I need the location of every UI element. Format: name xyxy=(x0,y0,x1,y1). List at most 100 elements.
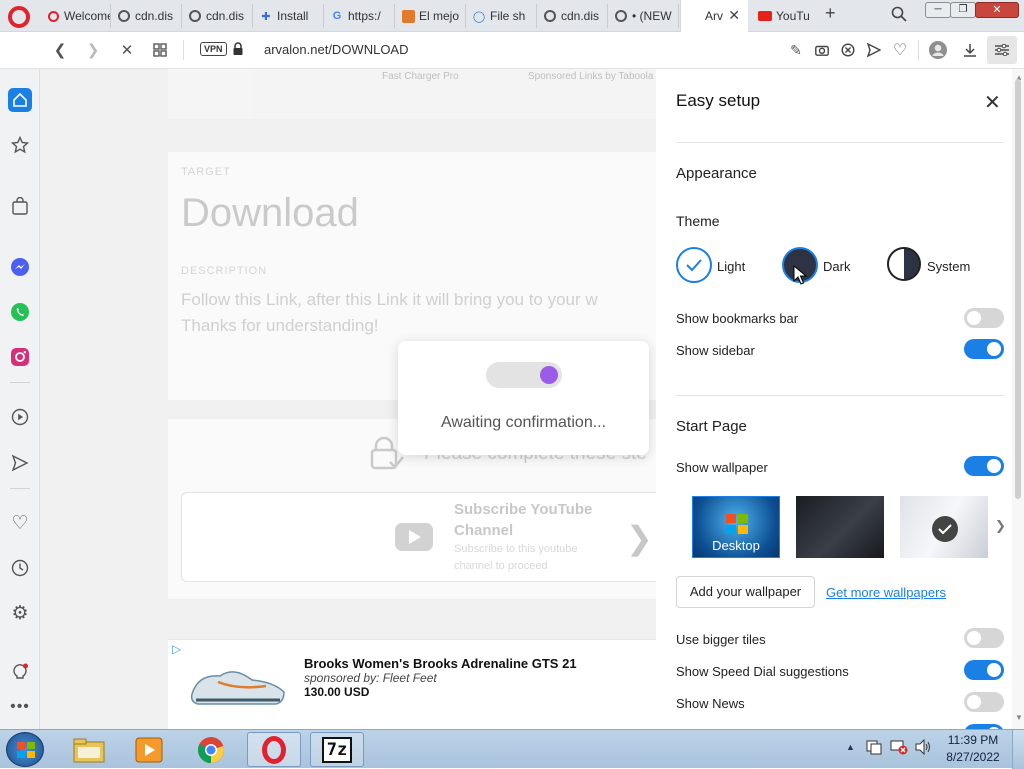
easy-setup-scrollbar[interactable]: ▲ ▼ xyxy=(1012,69,1024,729)
tab-cdn-1[interactable]: cdn.dis xyxy=(111,4,182,28)
speed-dial-icon[interactable] xyxy=(8,133,32,157)
volume-icon[interactable] xyxy=(914,738,932,756)
windows-taskbar: 7z ▲ 11:39 PM 8/27/2022 xyxy=(0,729,1024,769)
settings-gear-icon[interactable]: ⚙ xyxy=(8,601,32,625)
bigger-tiles-toggle[interactable] xyxy=(964,628,1004,648)
theme-light-label[interactable]: Light xyxy=(717,259,745,274)
show-bookmarks-toggle[interactable] xyxy=(964,308,1004,328)
tab-el-mejor[interactable]: El mejo xyxy=(395,4,466,28)
messenger-icon[interactable] xyxy=(8,255,32,279)
show-desktop-button[interactable] xyxy=(1012,730,1024,769)
tab-new[interactable]: • (NEW xyxy=(608,4,679,28)
subscribe-step[interactable]: Subscribe YouTube Channel Subscribe to t… xyxy=(181,492,656,582)
ad-sponsor: sponsored by: Fleet Feet xyxy=(304,671,437,685)
vpn-badge[interactable]: VPN xyxy=(200,42,227,56)
tips-lightbulb-icon[interactable] xyxy=(8,660,32,684)
lock-icon[interactable] xyxy=(233,42,243,56)
show-bookmarks-label: Show bookmarks bar xyxy=(676,311,799,326)
show-wallpaper-toggle[interactable] xyxy=(964,456,1004,476)
whatsapp-icon[interactable] xyxy=(8,300,32,324)
add-wallpaper-button[interactable]: Add your wallpaper xyxy=(676,576,815,608)
theme-light-option[interactable] xyxy=(676,247,712,283)
tab-google[interactable]: G https:/ xyxy=(324,4,395,28)
tab-arvalon-active[interactable]: Arv ✕ xyxy=(680,0,748,32)
action-center-icon[interactable] xyxy=(866,739,882,755)
wallpaper-desktop-thumb[interactable]: Desktop xyxy=(692,496,780,558)
heart-icon[interactable]: ♡ xyxy=(890,40,910,60)
restore-button[interactable]: ❐ xyxy=(950,2,976,18)
profile-icon[interactable] xyxy=(928,40,948,60)
camera-icon[interactable] xyxy=(812,40,832,60)
easy-setup-panel: Easy setup ✕ Appearance Theme Light Dark… xyxy=(656,69,1012,729)
favorites-heart-icon[interactable]: ♡ xyxy=(8,511,32,535)
more-options-icon[interactable]: ••• xyxy=(8,695,32,719)
downloads-icon[interactable] xyxy=(960,40,980,60)
tab-label: https:/ xyxy=(348,9,381,23)
chrome-icon[interactable] xyxy=(184,732,238,767)
stop-loading-icon[interactable]: ✕ xyxy=(117,40,137,60)
speed-dial-suggestions-toggle[interactable] xyxy=(964,660,1004,680)
ad-banner[interactable]: ▷ Brooks Women's Brooks Adrenaline GTS 2… xyxy=(168,639,656,729)
adchoices-icon[interactable]: ▷ xyxy=(172,642,181,656)
wallpaper-dark-thumb[interactable] xyxy=(796,496,884,558)
close-icon[interactable]: ✕ xyxy=(984,90,1001,115)
opera-taskbar-icon[interactable] xyxy=(247,732,301,767)
shopping-bag-icon[interactable] xyxy=(8,194,32,218)
show-hidden-icons-icon[interactable]: ▲ xyxy=(846,742,855,752)
network-warning-icon[interactable] xyxy=(890,739,908,755)
tab-install[interactable]: ✚ Install xyxy=(253,4,324,28)
instagram-icon[interactable] xyxy=(8,345,32,369)
player-icon[interactable] xyxy=(8,405,32,429)
url-field[interactable]: arvalon.net/DOWNLOAD xyxy=(264,42,409,57)
tab-cdn-3[interactable]: cdn.dis xyxy=(537,4,608,28)
show-sidebar-toggle[interactable] xyxy=(964,339,1004,359)
ad-shoe-image[interactable] xyxy=(188,660,288,710)
close-window-button[interactable]: ✕ xyxy=(975,2,1019,18)
scroll-down-icon[interactable]: ▼ xyxy=(1015,713,1023,722)
forward-icon[interactable]: ❯ xyxy=(83,40,103,60)
seven-zip-icon[interactable]: 7z xyxy=(310,732,364,767)
new-tab-icon[interactable]: + xyxy=(825,3,836,24)
get-more-wallpapers-link[interactable]: Get more wallpapers xyxy=(826,585,946,600)
search-tabs-icon[interactable] xyxy=(891,6,907,22)
wallpaper-next-chevron-icon[interactable]: ❯ xyxy=(995,518,1006,534)
clock-date[interactable]: 8/27/2022 xyxy=(940,750,1006,764)
tab-file-share[interactable]: ◯ File sh xyxy=(466,4,537,28)
tab-grid-icon[interactable] xyxy=(150,40,170,60)
tab-label: • (NEW xyxy=(632,9,672,23)
history-clock-icon[interactable] xyxy=(8,556,32,580)
scrollbar-thumb[interactable] xyxy=(1015,79,1021,499)
description-line-2: Thanks for understanding! xyxy=(181,316,379,335)
ad-title[interactable]: Brooks Women's Brooks Adrenaline GTS 21 xyxy=(304,656,577,671)
send-to-flow-icon[interactable] xyxy=(8,451,32,475)
minimize-button[interactable]: ─ xyxy=(925,2,951,18)
start-button[interactable] xyxy=(6,732,44,767)
file-explorer-icon[interactable] xyxy=(62,732,116,767)
wallpaper-desktop-label: Desktop xyxy=(712,538,760,553)
theme-system-option[interactable] xyxy=(887,247,921,281)
send-icon[interactable] xyxy=(864,40,884,60)
close-tab-icon[interactable]: ✕ xyxy=(728,7,740,24)
ad-blocker-icon[interactable] xyxy=(838,40,858,60)
theme-dark-label[interactable]: Dark xyxy=(823,259,850,274)
sidebar-divider xyxy=(10,488,30,489)
wallpaper-light-thumb[interactable] xyxy=(900,496,988,558)
edit-icon[interactable]: ✎ xyxy=(786,40,806,60)
tab-welcome[interactable]: Welcome xyxy=(40,4,111,28)
tab-youtube[interactable]: YouTu xyxy=(752,4,818,28)
step-title-line-1: Subscribe YouTube xyxy=(454,501,593,518)
show-news-toggle[interactable] xyxy=(964,692,1004,712)
tab-label: File sh xyxy=(490,9,526,23)
theme-system-label[interactable]: System xyxy=(927,259,970,274)
back-icon[interactable]: ❮ xyxy=(50,40,70,60)
easy-setup-icon[interactable] xyxy=(987,36,1017,64)
youtube-icon xyxy=(758,9,772,23)
home-icon[interactable] xyxy=(8,88,32,112)
sponsored-item-title[interactable]: Fast Charger Pro xyxy=(382,71,459,82)
clock-time[interactable]: 11:39 PM xyxy=(940,733,1006,747)
confirmation-toggle[interactable] xyxy=(486,362,562,388)
media-player-icon[interactable] xyxy=(122,732,176,767)
tab-cdn-2[interactable]: cdn.dis xyxy=(182,4,253,28)
opera-menu-icon[interactable] xyxy=(8,6,30,28)
sponsored-links-label[interactable]: Sponsored Links by Taboola xyxy=(528,71,653,82)
